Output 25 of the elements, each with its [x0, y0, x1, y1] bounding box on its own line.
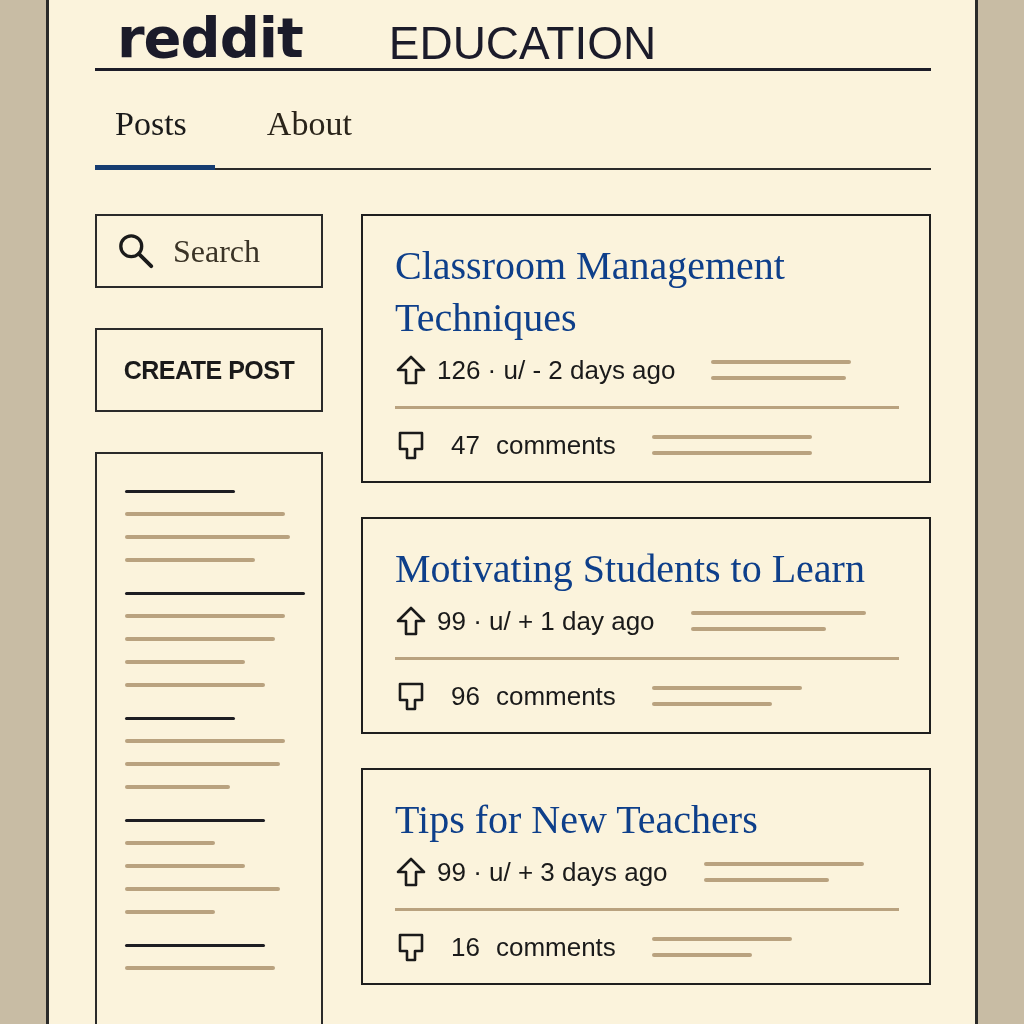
search-icon [117, 232, 155, 270]
comment-count: 16 [451, 931, 480, 963]
upvote-icon[interactable] [395, 856, 427, 888]
upvote-icon[interactable] [395, 354, 427, 386]
tab[interactable]: Posts [95, 95, 215, 170]
post-title[interactable]: Classroom Management Techniques [395, 240, 929, 344]
post-title[interactable]: Motivating Students to Learn [395, 543, 929, 595]
post-meta: 99 · u/ + 3 days ago [437, 856, 668, 888]
comment-count: 47 [451, 429, 480, 461]
post-card[interactable]: Motivating Students to Learn 99 · u/ + 1 day ago 96 comments [361, 517, 931, 734]
post-meta: 99 · u/ + 1 day ago [437, 605, 655, 637]
post-card[interactable]: Tips for New Teachers 99 · u/ + 3 days ago 16 comments [361, 768, 931, 985]
post-card[interactable]: Classroom Management Techniques 126 · u/ - 2 days ago 47 comments [361, 214, 931, 483]
create-post-button[interactable]: CREATE POST [95, 328, 323, 412]
site-logo[interactable]: reddit [117, 10, 303, 66]
comment-label[interactable]: comments [495, 429, 616, 461]
post-title[interactable]: Tips for New Teachers [395, 794, 929, 846]
comment-label[interactable]: comments [495, 931, 616, 963]
post-meta: 126 · u/ - 2 days ago [437, 354, 676, 386]
comment-count: 96 [451, 680, 480, 712]
search-field[interactable]: Search [95, 214, 323, 288]
upvote-icon[interactable] [395, 605, 427, 637]
tab[interactable]: About [266, 95, 380, 170]
comment-label[interactable]: comments [495, 680, 616, 712]
community-name: EDUCATION [388, 20, 657, 66]
